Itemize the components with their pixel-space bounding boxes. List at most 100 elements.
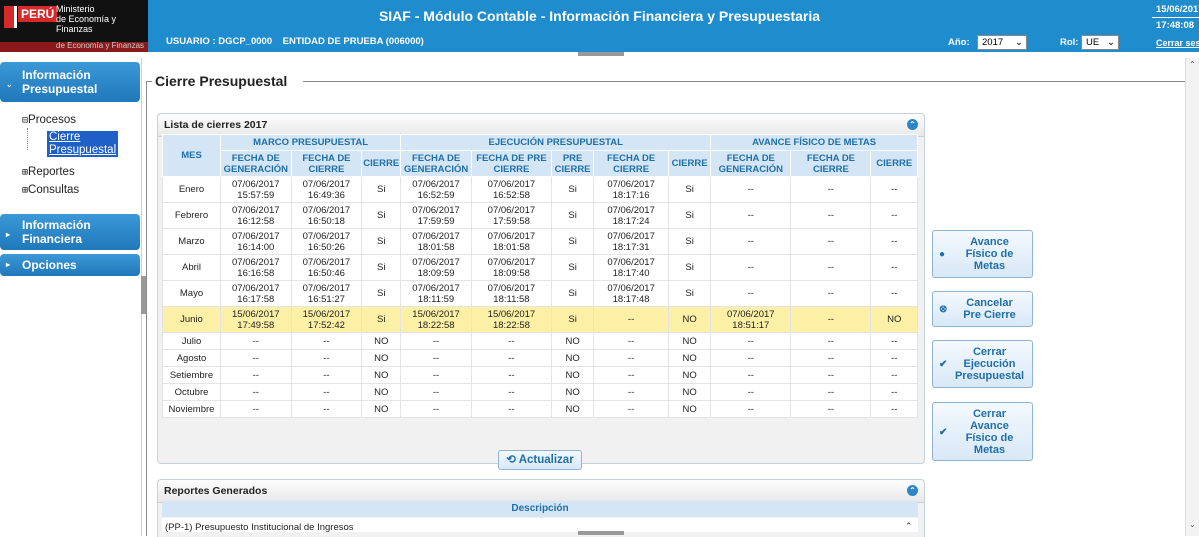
table-row[interactable]: Junio 15/06/2017 17:49:58 15/06/2017 17:52… [162, 306, 918, 333]
avance-fisico-metas-button[interactable]: ● Avance Físico de Metas [932, 230, 1033, 278]
table-row[interactable]: Octubre -- -- NO -- -- NO -- NO -- -- -- [162, 383, 918, 401]
col-header-mes: MES [162, 134, 221, 177]
btn-line: Físico de [965, 248, 1014, 260]
table-cell: 07/06/2017 18:17:48 [593, 280, 670, 307]
group-header-ejecucion: EJECUCIÓN PRESUPUESTAL [400, 134, 712, 151]
table-cell: -- [710, 202, 792, 229]
table-cell: -- [870, 400, 918, 418]
anio-select[interactable]: 2017 ⌄ [977, 35, 1027, 50]
collapse-icon[interactable]: ⌃ [907, 485, 918, 496]
table-cell: -- [290, 383, 363, 401]
table-row[interactable]: Febrero 07/06/2017 16:12:58 07/06/2017 16:… [162, 202, 918, 229]
table-cell: -- [593, 349, 670, 367]
tree-line [27, 128, 28, 150]
cell-mes: Febrero [162, 202, 221, 229]
table-cell: Si [668, 228, 712, 255]
table-cell: NO [550, 400, 595, 418]
table-cell: Si [550, 280, 595, 307]
scroll-up-icon[interactable]: ⌃ [1189, 60, 1196, 69]
sidebar-section-opciones[interactable]: ▸ Opciones [0, 254, 140, 276]
table-cell: 07/06/2017 16:50:18 [290, 202, 363, 229]
table-row[interactable]: Agosto -- -- NO -- -- NO -- NO -- -- -- [162, 349, 918, 367]
table-row[interactable]: Enero 07/06/2017 15:57:59 07/06/2017 16:49… [162, 176, 918, 203]
table-cell: Si [361, 280, 402, 307]
table-cell: NO [550, 366, 595, 384]
table-cell: NO [361, 332, 402, 350]
reportes-generados-header: Reportes Generados ⌃ [158, 480, 924, 503]
sidebar-section-informacion-presupuestal[interactable]: ⌄ Información Presupuestal [0, 62, 140, 102]
tree-reportes[interactable]: ⊞Reportes [22, 166, 75, 178]
table-row[interactable]: Julio -- -- NO -- -- NO -- NO -- -- -- [162, 332, 918, 350]
table-cell: NO [361, 383, 402, 401]
scroll-down-icon[interactable]: ⌄ [1189, 520, 1196, 529]
table-cell: 07/06/2017 16:50:46 [290, 254, 363, 281]
check-icon: ✔ [939, 427, 948, 438]
header-date: 15/06/2017 [1156, 4, 1199, 15]
table-cell: -- [790, 332, 872, 350]
app-title: SIAF - Módulo Contable - Información Fin… [378, 8, 821, 24]
cell-mes: Setiembre [162, 366, 221, 384]
page-scrollbar[interactable] [1185, 58, 1199, 536]
table-cell: -- [870, 366, 918, 384]
table-cell: -- [870, 176, 918, 203]
reporte-row[interactable]: (PP-1) Presupuesto Institucional de Ingr… [162, 518, 918, 532]
table-cell: -- [870, 202, 918, 229]
table-cell: -- [790, 383, 872, 401]
table-cell: -- [470, 366, 553, 384]
table-cell: 07/06/2017 16:12:58 [219, 202, 292, 229]
table-row[interactable]: Marzo 07/06/2017 16:14:00 07/06/2017 16:50… [162, 228, 918, 255]
table-cell: -- [870, 280, 918, 307]
rol-label: Rol: [1060, 37, 1079, 48]
col-header: CIERRE [361, 150, 402, 177]
table-cell: -- [790, 202, 872, 229]
btn-line: Avance [970, 420, 1009, 432]
table-row[interactable]: Setiembre -- -- NO -- -- NO -- NO -- -- -- [162, 366, 918, 384]
collapse-icon[interactable]: ⌃ [907, 119, 918, 130]
table-cell: 07/06/2017 18:17:31 [593, 228, 670, 255]
actualizar-button[interactable]: ⟲ Actualizar [498, 450, 582, 470]
table-cell: 07/06/2017 18:11:59 [400, 280, 472, 307]
table-cell: -- [790, 176, 872, 203]
table-cell: -- [400, 400, 472, 418]
table-row[interactable]: Abril 07/06/2017 16:16:58 07/06/2017 16:50… [162, 254, 918, 281]
sidebar-section-informacion-financiera[interactable]: ▸ Información Financiera [0, 214, 140, 250]
table-cell: 15/06/2017 17:52:42 [290, 306, 363, 333]
table-cell: Si [361, 228, 402, 255]
table-cell: -- [470, 332, 553, 350]
table-cell: -- [790, 228, 872, 255]
table-cell: 07/06/2017 16:52:58 [470, 176, 553, 203]
btn-line: Avance [970, 236, 1009, 248]
scroll-up-icon[interactable]: ⌃ [905, 521, 913, 532]
cancelar-pre-cierre-button[interactable]: ⊗ Cancelar Pre Cierre [932, 291, 1033, 327]
bottom-splitter-handle[interactable] [578, 531, 624, 535]
col-header: FECHA DE CIERRE [290, 150, 363, 177]
sidebar-item-cierre-presupuestal[interactable]: Cierre Presupuestal [47, 131, 119, 157]
page-title: Cierre Presupuestal [155, 73, 288, 89]
cerrar-ejecucion-presupuestal-button[interactable]: ✔ Cerrar Ejecución Presupuestal [932, 340, 1033, 388]
tree-consultas[interactable]: ⊞Consultas [22, 184, 79, 196]
app-header: PERÚ Ministerio de Economía y Finanzas d… [0, 0, 1199, 52]
table-cell: -- [870, 332, 918, 350]
anio-label: Año: [948, 37, 970, 48]
cell-mes: Agosto [162, 349, 221, 367]
btn-line: Metas [973, 260, 1006, 272]
col-header: FECHA DE PRE CIERRE [470, 150, 553, 177]
cerrar-avance-fisico-metas-button[interactable]: ✔ Cerrar Avance Físico de Metas [932, 402, 1033, 461]
table-cell: 07/06/2017 16:49:36 [290, 176, 363, 203]
table-cell: -- [710, 280, 792, 307]
table-cell: -- [790, 280, 872, 307]
table-cell: -- [470, 400, 553, 418]
top-splitter-handle[interactable] [578, 52, 624, 56]
table-cell: -- [710, 400, 792, 418]
table-row[interactable]: Noviembre -- -- NO -- -- NO -- NO -- -- -- [162, 400, 918, 418]
table-row[interactable]: Mayo 07/06/2017 16:17:58 07/06/2017 16:51:… [162, 280, 918, 307]
logout-link[interactable]: Cerrar sesión [1156, 38, 1199, 48]
refresh-icon: ⟲ [506, 454, 516, 466]
cancel-icon: ⊗ [939, 304, 948, 315]
tree-procesos[interactable]: ⊟Procesos [22, 114, 76, 126]
table-cell: 15/06/2017 18:22:58 [400, 306, 472, 333]
group-header-avance: AVANCE FÍSICO DE METAS [710, 134, 918, 151]
rol-select[interactable]: UE ⌄ [1081, 35, 1119, 50]
fieldset-border [146, 81, 147, 536]
table-cell: 07/06/2017 17:59:59 [400, 202, 472, 229]
